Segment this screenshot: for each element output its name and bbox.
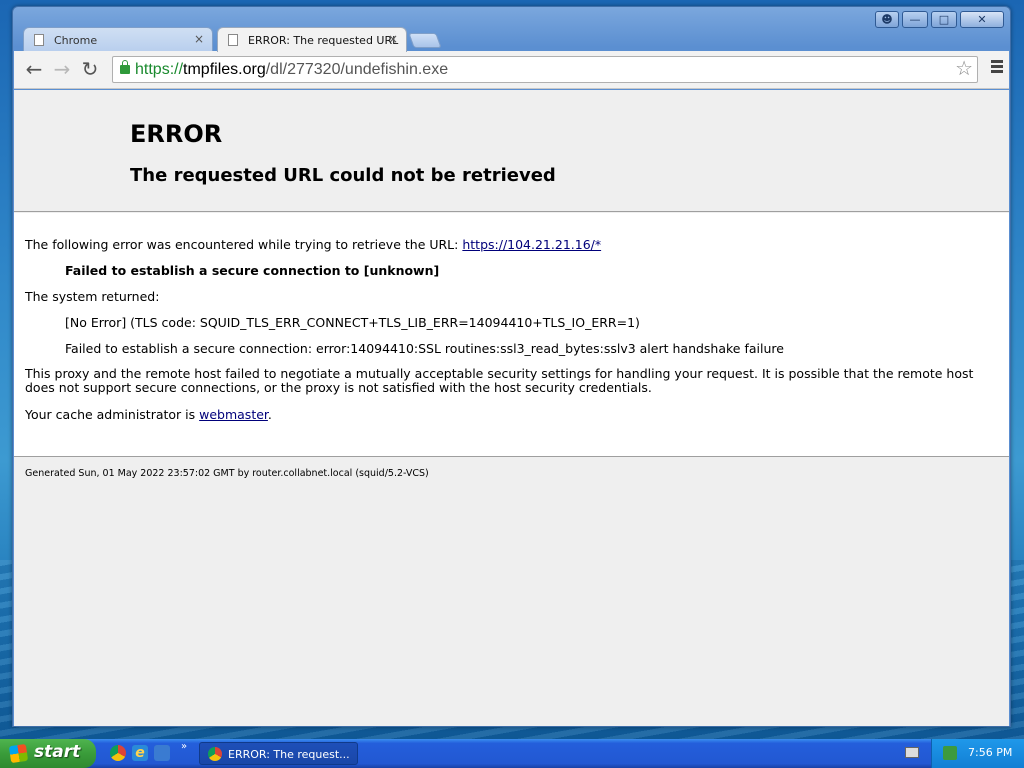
bookmark-star-icon[interactable]: ☆ (955, 57, 973, 82)
address-bar[interactable]: https://tmpfiles.org/dl/277320/undefishi… (112, 56, 978, 83)
explanation-text: This proxy and the remote host failed to… (25, 366, 974, 395)
url-host: tmpfiles.org (183, 61, 266, 78)
new-tab-button[interactable] (408, 33, 442, 48)
system-tray: 7:56 PM (931, 739, 1024, 768)
intro-text: The following error was encountered whil… (25, 237, 463, 252)
taskbar-chrome-window[interactable]: ERROR: The request... (199, 742, 358, 765)
forward-arrow-icon[interactable]: → (50, 58, 74, 82)
tls-error-code: [No Error] (TLS code: SQUID_TLS_ERR_CONN… (65, 315, 640, 330)
tab-close-icon[interactable]: × (194, 32, 204, 46)
back-arrow-icon[interactable]: ← (22, 58, 46, 82)
error-header: ERROR The requested URL could not be ret… (14, 90, 1009, 212)
generated-footer: Generated Sun, 01 May 2022 23:57:02 GMT … (25, 468, 429, 479)
page-icon (34, 34, 44, 46)
page-title: ERROR (130, 120, 223, 148)
chrome-window: ☻ — □ ✕ Chrome × ERROR: The requested UR… (12, 6, 1011, 727)
error-body: The following error was encountered whil… (14, 213, 1009, 457)
url-path: /dl/277320/undefishin.exe (265, 61, 449, 78)
windows-logo-icon (8, 743, 29, 764)
admin-line: Your cache administrator is webmaster. (25, 407, 272, 422)
start-label: start (34, 742, 81, 762)
start-button[interactable]: start (0, 739, 96, 768)
tab-title: ERROR: The requested URL (248, 34, 399, 47)
retrieved-url-link[interactable]: https://104.21.21.16/* (462, 237, 601, 252)
keyboard-icon[interactable] (905, 747, 919, 758)
tab-strip: Chrome × ERROR: The requested URL × (23, 27, 442, 52)
toolbar: ← → ↻ https://tmpfiles.org/dl/277320/und… (14, 51, 1009, 89)
system-returned-label: The system returned: (25, 289, 160, 304)
profile-icon[interactable]: ☻ (875, 11, 899, 28)
menu-icon[interactable] (991, 60, 1003, 75)
chrome-icon (208, 747, 222, 761)
close-window-button[interactable]: ✕ (960, 11, 1004, 28)
page-icon (228, 34, 238, 46)
reload-icon[interactable]: ↻ (78, 58, 102, 82)
lock-icon (120, 60, 130, 74)
minimize-button[interactable]: — (902, 11, 928, 28)
url-scheme: https:// (135, 61, 184, 78)
quicklaunch-app-icon[interactable] (154, 745, 170, 761)
clock[interactable]: 7:56 PM (968, 746, 1012, 759)
taskbar: start e » ERROR: The request... 7:56 PM (0, 739, 1024, 768)
admin-suffix: . (267, 407, 272, 422)
failed-message: Failed to establish a secure connection … (65, 263, 440, 278)
tab-close-icon[interactable]: × (388, 32, 398, 46)
window-controls: ☻ — □ ✕ (875, 11, 1004, 28)
webmaster-link[interactable]: webmaster (199, 407, 268, 422)
tab-chrome[interactable]: Chrome × (23, 27, 213, 51)
internet-explorer-icon[interactable]: e (132, 745, 148, 761)
tab-error[interactable]: ERROR: The requested URL × (217, 27, 407, 52)
admin-prefix: Your cache administrator is (25, 407, 200, 422)
tray-network-icon[interactable] (943, 746, 957, 760)
taskbar-window-label: ERROR: The request... (228, 748, 350, 761)
chrome-quicklaunch-icon[interactable] (110, 745, 126, 761)
quicklaunch-more-icon[interactable]: » (181, 741, 187, 752)
intro-line: The following error was encountered whil… (25, 237, 601, 252)
ssl-failure-message: Failed to establish a secure connection:… (65, 341, 784, 356)
maximize-button[interactable]: □ (931, 11, 957, 28)
page-viewport: ERROR The requested URL could not be ret… (14, 90, 1009, 726)
tab-title: Chrome (54, 34, 98, 47)
page-subtitle: The requested URL could not be retrieved (130, 165, 556, 186)
